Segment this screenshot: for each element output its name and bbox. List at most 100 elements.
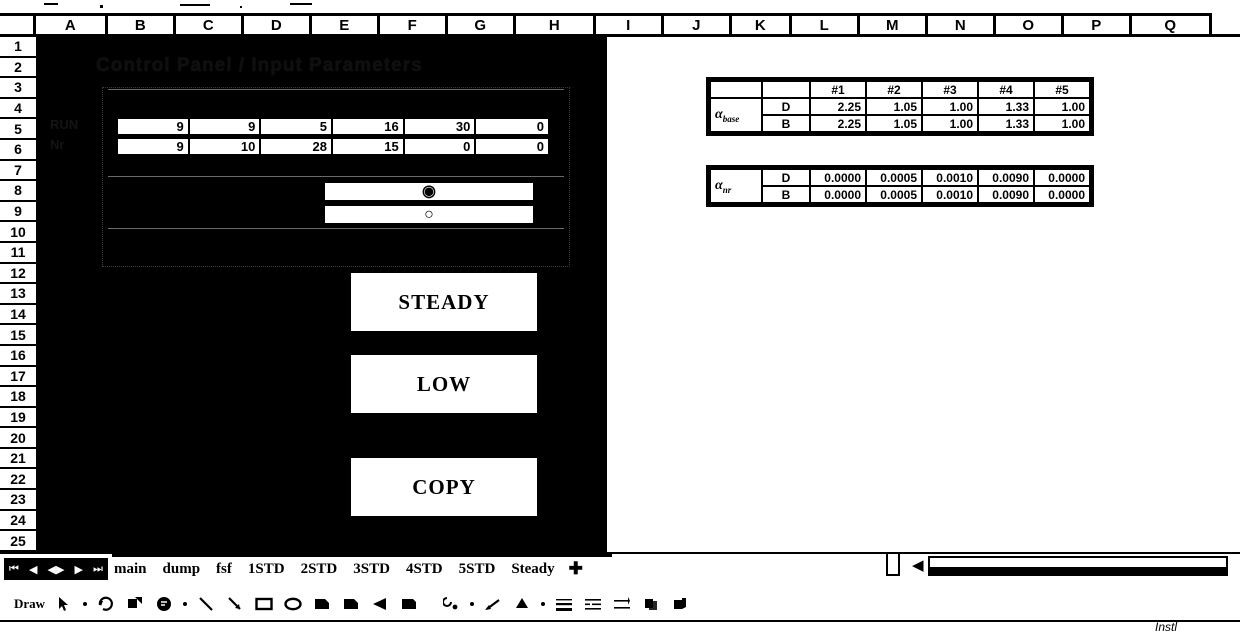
sheet-tab-1std[interactable]: 1STD: [246, 561, 287, 578]
cell[interactable]: 0: [404, 139, 477, 154]
column-header-d[interactable]: D: [244, 13, 312, 34]
draw-menu-label[interactable]: Draw: [14, 596, 45, 612]
row-header-11[interactable]: 11: [0, 242, 36, 264]
select-arrow-icon[interactable]: [54, 594, 74, 614]
cell[interactable]: 1.33: [977, 97, 1035, 116]
three-d-icon[interactable]: [670, 594, 690, 614]
cell[interactable]: 0.0090: [977, 168, 1035, 187]
sheet-tab-2std[interactable]: 2STD: [299, 561, 340, 578]
insert-picture-icon[interactable]: [399, 594, 419, 614]
cell[interactable]: 16: [333, 119, 405, 134]
column-header-g[interactable]: G: [448, 13, 516, 34]
next-sheet-icon[interactable]: ▶: [75, 563, 83, 576]
row-header-6[interactable]: 6: [0, 139, 36, 161]
sheet-tab-fsf[interactable]: fsf: [214, 561, 234, 578]
cell[interactable]: 0: [476, 139, 549, 154]
row-header-18[interactable]: 18: [0, 387, 36, 408]
sheet-tab-5std[interactable]: 5STD: [457, 561, 498, 578]
input-row-6[interactable]: 9 10 28 15 0 0: [116, 137, 550, 156]
last-sheet-icon[interactable]: ⏭: [93, 563, 103, 576]
cell[interactable]: 1.05: [865, 114, 923, 133]
steady-button[interactable]: STEADY: [351, 273, 537, 331]
row-header-7[interactable]: 7: [0, 160, 36, 182]
sheet-tab-main[interactable]: main: [112, 561, 149, 578]
row-header-14[interactable]: 14: [0, 304, 36, 326]
row-header-13[interactable]: 13: [0, 284, 36, 305]
sheet-tab-4std[interactable]: 4STD: [404, 561, 445, 578]
column-header-k[interactable]: K: [732, 13, 792, 34]
row-header-3[interactable]: 3: [0, 78, 36, 99]
scrollbar-thumb[interactable]: [930, 567, 1226, 574]
cell[interactable]: 9: [118, 119, 190, 134]
column-header-e[interactable]: E: [312, 13, 380, 34]
rectangle-icon[interactable]: [254, 594, 274, 614]
column-header-o[interactable]: O: [996, 13, 1064, 34]
low-button[interactable]: LOW: [351, 355, 537, 413]
split-handle[interactable]: [886, 552, 900, 576]
cell[interactable]: 28: [261, 139, 334, 154]
row-header-4[interactable]: 4: [0, 98, 36, 120]
cell[interactable]: 9: [118, 139, 190, 154]
sheet-nav-buttons[interactable]: ⏮ ◀ ◀▶ ▶ ⏭: [4, 558, 108, 580]
row-header-12[interactable]: 12: [0, 263, 36, 285]
filled-triangle-icon[interactable]: [370, 594, 390, 614]
column-header-n[interactable]: N: [928, 13, 996, 34]
row-header-23[interactable]: 23: [0, 490, 36, 511]
picture-icon[interactable]: [154, 594, 174, 614]
arrow-style-icon[interactable]: [612, 594, 632, 614]
column-header-p[interactable]: P: [1064, 13, 1132, 34]
cell[interactable]: 2.25: [809, 114, 867, 133]
add-sheet-icon[interactable]: ✚: [569, 559, 583, 579]
copy-button[interactable]: COPY: [351, 458, 537, 516]
cell[interactable]: 1.00: [1033, 97, 1091, 116]
select-all-corner[interactable]: [0, 13, 36, 34]
column-header-i[interactable]: I: [596, 13, 664, 34]
row-header-20[interactable]: 20: [0, 428, 36, 449]
row-header-21[interactable]: 21: [0, 448, 36, 470]
cell[interactable]: 1.00: [921, 97, 979, 116]
column-header-m[interactable]: M: [860, 13, 928, 34]
row-header-24[interactable]: 24: [0, 510, 36, 532]
column-header-c[interactable]: C: [176, 13, 244, 34]
cell[interactable]: 0.0005: [865, 168, 923, 187]
column-header-b[interactable]: B: [108, 13, 176, 34]
column-header-q[interactable]: Q: [1132, 13, 1212, 34]
row-header-1[interactable]: 1: [0, 37, 36, 58]
line-color-icon[interactable]: [483, 594, 503, 614]
sheet-tab-3std[interactable]: 3STD: [351, 561, 392, 578]
first-sheet-icon[interactable]: ⏮: [9, 563, 19, 576]
column-header-h[interactable]: H: [516, 13, 596, 34]
cell[interactable]: 0: [476, 119, 549, 134]
cell[interactable]: 30: [404, 119, 477, 134]
autoshapes-icon[interactable]: [125, 594, 145, 614]
row-header-9[interactable]: 9: [0, 201, 36, 223]
column-header-j[interactable]: J: [664, 13, 732, 34]
shadow-icon[interactable]: [641, 594, 661, 614]
row-header-17[interactable]: 17: [0, 366, 36, 388]
cell[interactable]: 0.0000: [1033, 185, 1091, 204]
sheet-scroll-icon[interactable]: ◀▶: [48, 563, 65, 576]
dash-style-icon[interactable]: [583, 594, 603, 614]
oval-icon[interactable]: [283, 594, 303, 614]
row-header-10[interactable]: 10: [0, 222, 36, 243]
cell[interactable]: 0.0010: [921, 168, 979, 187]
textbox-icon[interactable]: [312, 594, 332, 614]
option-row-2[interactable]: ○: [324, 205, 534, 224]
cell[interactable]: 1.00: [1033, 114, 1091, 133]
row-header-2[interactable]: 2: [0, 57, 36, 79]
prev-sheet-icon[interactable]: ◀: [29, 563, 37, 576]
font-color-icon[interactable]: [512, 594, 532, 614]
column-header-l[interactable]: L: [792, 13, 860, 34]
column-header-a[interactable]: A: [36, 13, 108, 34]
cell[interactable]: 0.0000: [809, 185, 867, 204]
cell[interactable]: 0.0010: [921, 185, 979, 204]
row-header-16[interactable]: 16: [0, 345, 36, 367]
cell[interactable]: 0.0000: [1033, 168, 1091, 187]
cell[interactable]: 0.0090: [977, 185, 1035, 204]
cell[interactable]: 0.0000: [809, 168, 867, 187]
column-header-f[interactable]: F: [380, 13, 448, 34]
row-header-15[interactable]: 15: [0, 325, 36, 346]
cell[interactable]: 1.33: [977, 114, 1035, 133]
cell[interactable]: 5: [261, 119, 334, 134]
row-header-5[interactable]: 5: [0, 119, 36, 140]
